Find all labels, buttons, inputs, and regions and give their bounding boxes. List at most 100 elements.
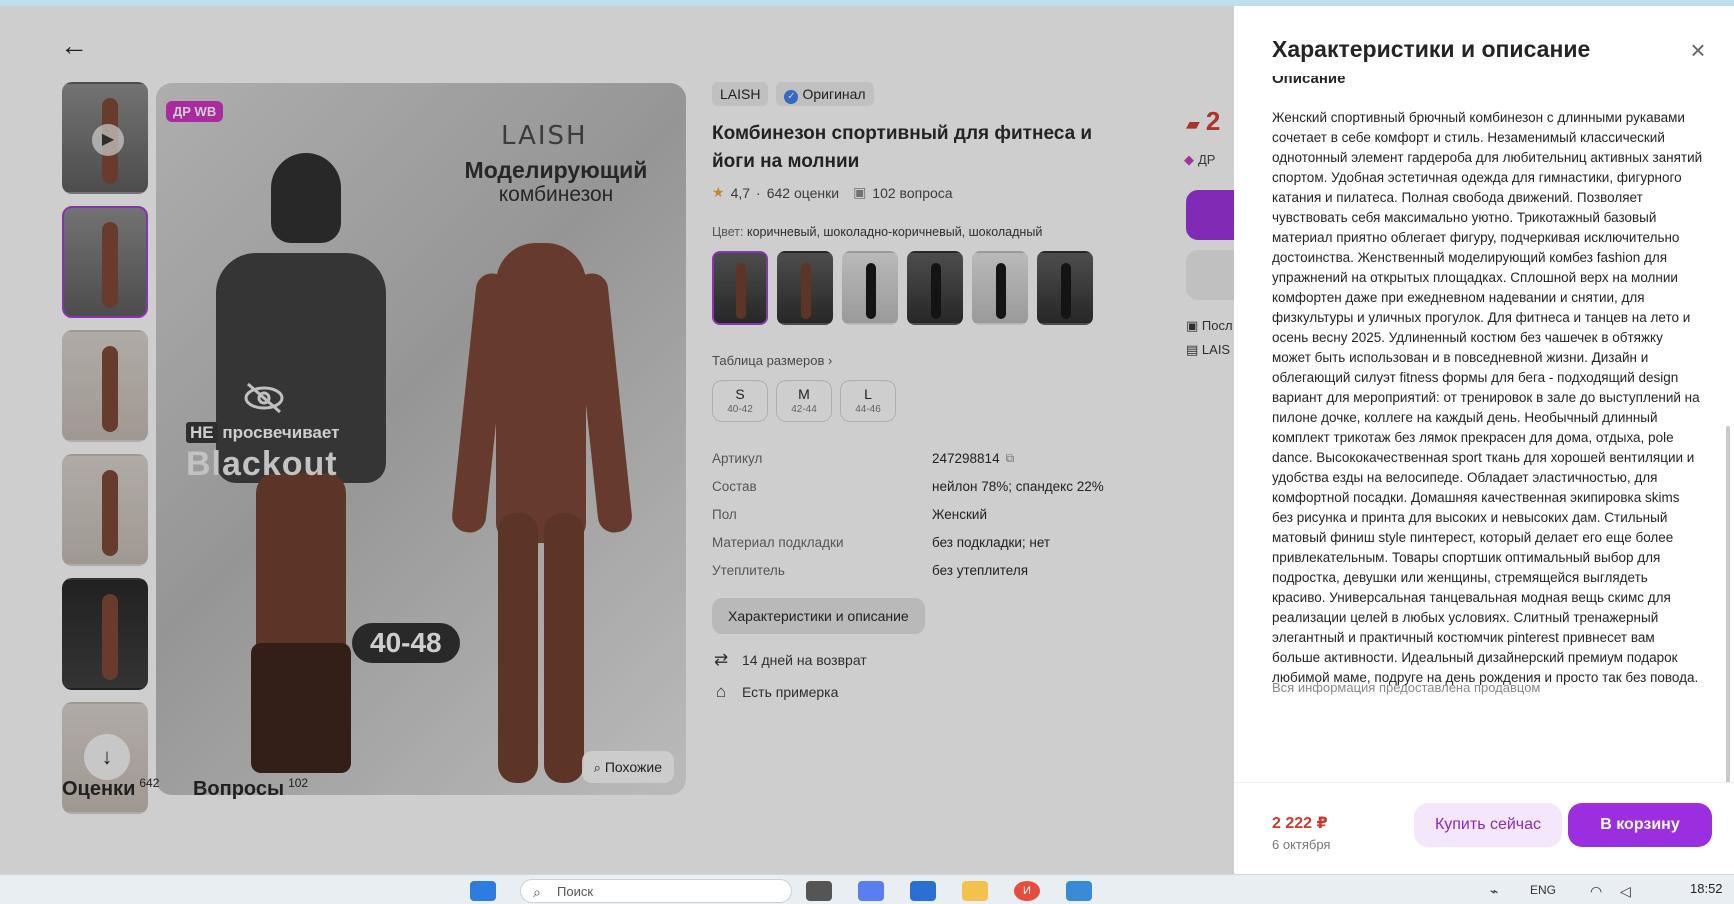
feature-text: 14 дней на возврат <box>742 652 867 668</box>
tab-label: Оценки <box>62 777 136 800</box>
size-label: S <box>735 386 745 402</box>
param-row: Материал подкладки без подкладки; нет <box>712 528 1132 556</box>
network-icon[interactable]: ⌁ <box>1490 883 1498 900</box>
size-range: 44-46 <box>855 404 881 415</box>
price-card-price: ▰ 2 <box>1186 106 1220 137</box>
description-heading: Описание <box>1272 76 1346 87</box>
thumbnail[interactable] <box>62 454 148 566</box>
price-card-tag: ◆ ДР <box>1184 152 1215 168</box>
close-icon[interactable]: × <box>1686 37 1710 63</box>
footer-price: 2 222 ₽ <box>1272 815 1328 832</box>
color-swatch[interactable] <box>972 251 1028 325</box>
param-row: Состав нейлон 78%; спандекс 22% <box>712 472 1132 500</box>
ratings-count-link[interactable]: 642 оценки <box>767 185 839 201</box>
price-card-line: ▣ Посл <box>1186 318 1233 334</box>
thumbnail-selected[interactable] <box>62 206 148 318</box>
brand-badge[interactable]: LAISH <box>712 82 769 106</box>
arrow-down-icon: ↓ <box>101 744 113 769</box>
box-icon: ▣ <box>1186 318 1199 333</box>
photo-headline: Моделирующий <box>464 157 648 183</box>
param-key: Материал подкладки <box>712 534 844 550</box>
chrome-icon[interactable]: И <box>1014 881 1040 901</box>
feature-fitting: ⌂ Есть примерка <box>712 682 1132 702</box>
chevron-right-icon: › <box>828 353 833 368</box>
caption-text: просвечивает <box>222 423 340 442</box>
tab-count: 642 <box>139 776 160 790</box>
feature-text: Есть примерка <box>742 684 839 700</box>
wifi-icon[interactable]: ◠ <box>1590 883 1602 900</box>
clock[interactable]: 18:52 <box>1690 881 1723 896</box>
taskbar-search[interactable]: ⌕ Поиск <box>520 879 792 903</box>
footer-delivery-date: 6 октября <box>1272 837 1331 852</box>
model-head <box>271 153 341 243</box>
photo-blackout-text: Blackout <box>186 445 338 483</box>
disclaimer-text: Вся информация предоставлена продавцом <box>1272 680 1541 695</box>
drawer-scrollbar[interactable] <box>1726 426 1730 786</box>
color-swatch[interactable] <box>777 251 833 325</box>
add-to-cart-button[interactable]: В корзину <box>1568 803 1712 847</box>
thumbnail-video[interactable]: ▶ <box>62 82 148 194</box>
thumbnail[interactable] <box>62 578 148 690</box>
return-icon: ⇄ <box>713 650 729 669</box>
similar-button[interactable]: ⌕ Похожие <box>581 751 674 783</box>
drawer-footer: 2 222 ₽ 6 октября Купить сейчас В корзин… <box>1234 782 1734 874</box>
size-option[interactable]: L 44-46 <box>840 380 896 422</box>
copilot-icon[interactable] <box>858 881 884 901</box>
main-product-photo[interactable]: ДР WB LAISH Моделирующий комбинезон НЕ п… <box>156 83 686 795</box>
param-key: Пол <box>712 506 737 522</box>
size-table-label: Таблица размеров <box>712 353 825 368</box>
separator-dot: · <box>756 184 761 201</box>
param-value: нейлон 78%; спандекс 22% <box>932 478 1104 494</box>
original-badge: ✓ Оригинал <box>776 82 874 106</box>
size-option[interactable]: S 40-42 <box>712 380 768 422</box>
thumbnail[interactable] <box>62 330 148 442</box>
tab-questions[interactable]: Вопросы 102 <box>193 776 309 800</box>
folder-icon[interactable] <box>962 881 988 901</box>
param-row: Артикул 247298814 ⧉ <box>712 444 1132 472</box>
thumbnails-scroll-down-button[interactable]: ↓ <box>84 734 130 780</box>
start-icon[interactable] <box>470 881 496 901</box>
price-card-price-value: 2 <box>1205 106 1221 136</box>
arrow-left-icon: ← <box>60 30 88 61</box>
search-placeholder: Поиск <box>557 884 594 899</box>
size-option[interactable]: M 42-44 <box>776 380 832 422</box>
question-icon: ▣ <box>853 184 867 200</box>
color-swatch[interactable] <box>1037 251 1093 325</box>
size-table-link[interactable]: Таблица размеров › <box>712 353 1132 368</box>
task-view-icon[interactable] <box>806 881 832 901</box>
tab-reviews[interactable]: Оценки 642 <box>62 776 160 800</box>
copy-icon[interactable]: ⧉ <box>1006 451 1015 466</box>
questions-count-link[interactable]: 102 вопроса <box>872 185 952 201</box>
characteristics-drawer: Характеристики и описание × Описание Жен… <box>1234 6 1734 874</box>
play-icon: ▶ <box>92 124 124 156</box>
color-swatches <box>712 251 1132 325</box>
tab-count: 102 <box>288 776 309 790</box>
shop-icon: ▤ <box>1186 342 1199 357</box>
suit-leg <box>498 513 538 783</box>
search-image-icon: ⌕ <box>593 760 601 775</box>
color-swatch[interactable] <box>842 251 898 325</box>
app-icon[interactable] <box>1066 881 1092 901</box>
photo-caption: НЕ просвечивает <box>186 422 340 443</box>
color-swatch[interactable] <box>907 251 963 325</box>
store-icon[interactable] <box>910 881 936 901</box>
characteristics-button[interactable]: Характеристики и описание <box>712 598 925 634</box>
content-tabs: Оценки 642 Вопросы 102 <box>62 776 336 801</box>
price-card-line-text: Посл <box>1201 318 1233 333</box>
brand-logo: LAISH <box>501 121 588 151</box>
thumbnail-figure <box>102 594 118 680</box>
language-indicator[interactable]: ENG <box>1530 883 1556 897</box>
back-button[interactable]: ← <box>60 32 94 60</box>
taskbar: ⌕ Поиск И ⌁ ENG ◠ ◁ 18:52 <box>0 874 1734 904</box>
suit-body <box>496 243 586 543</box>
rating-value: 4,7 <box>730 184 751 201</box>
description-text: Женский спортивный брючный комбинезон с … <box>1272 110 1703 685</box>
color-swatch-selected[interactable] <box>712 251 768 325</box>
feature-return: ⇄ 14 дней на возврат <box>712 650 1132 670</box>
drawer-content[interactable]: Описание Женский спортивный брючный комб… <box>1234 76 1734 782</box>
volume-icon[interactable]: ◁ <box>1620 883 1631 900</box>
thumbnail-strip: ▶ ↓ <box>62 82 148 826</box>
buy-now-button[interactable]: Купить сейчас <box>1414 803 1562 847</box>
size-range: 42-44 <box>791 404 817 415</box>
size-label: L <box>864 386 872 402</box>
